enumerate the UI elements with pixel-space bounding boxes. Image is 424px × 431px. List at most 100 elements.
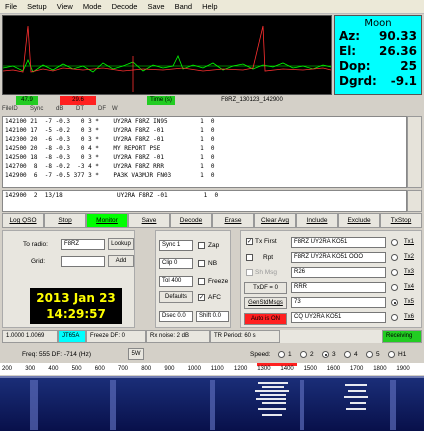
freeze-label: Freeze	[208, 278, 229, 285]
decode-row[interactable]: 142500 18 -8 -0.3 0 3 * UY2RA F8RZ -01 1…	[5, 153, 406, 162]
speed-4-radio[interactable]	[344, 351, 351, 358]
txdf-button[interactable]: TxDF = 0	[244, 282, 287, 294]
tx5-radio[interactable]	[391, 299, 398, 306]
auto-on-button[interactable]: Auto is ON	[244, 313, 287, 325]
log-qso-button[interactable]: Log QSO	[2, 213, 44, 228]
sv-spinner[interactable]: 5W	[128, 348, 144, 360]
scale-tick-label: 1200	[234, 366, 248, 372]
average-decode-row[interactable]: 142900 2 13/18 UY2RA F8RZ -01 1 0	[5, 191, 406, 200]
tx6-message[interactable]: CQ UY2RA KO51	[291, 312, 386, 323]
frequency-scale: 200 300 400 500 600 700 800 900 1000 1100 1200 1300…	[0, 363, 424, 375]
speed-5-radio[interactable]	[366, 351, 373, 358]
tx3-message[interactable]: R26	[291, 267, 386, 278]
speed-3-radio[interactable]	[322, 351, 329, 358]
decode-list[interactable]: 142100 21 -7 -0.3 0 3 * UY2RA F8RZ IN95 …	[2, 116, 407, 188]
tx4-button[interactable]: Tx4	[404, 281, 418, 293]
status-rx-noise: Rx noise: 2 dB	[146, 330, 210, 343]
tx5-message[interactable]: 73	[291, 297, 386, 308]
average-decode-list[interactable]: 142900 2 13/18 UY2RA F8RZ -01 1 0	[2, 190, 407, 212]
tx2-button[interactable]: Tx2	[404, 251, 418, 263]
txstop-button[interactable]: TxStop	[380, 213, 422, 228]
el-value: 26.36	[379, 44, 417, 58]
decode-row[interactable]: 142900 6 -7 -0.5 377 3 * PA3K VA3MJR FN0…	[5, 171, 406, 180]
clear-avg-button[interactable]: Clear Avg	[254, 213, 296, 228]
speed-2-label: 2	[310, 351, 314, 358]
tx1-radio[interactable]	[391, 239, 398, 246]
menu-decode[interactable]: Decode	[107, 2, 143, 11]
menu-help[interactable]: Help	[197, 2, 222, 11]
dsec-field[interactable]: Dsec 0.0	[159, 311, 193, 322]
file-name: F8RZ_130123_142900	[221, 97, 283, 103]
shift-field[interactable]: Shift 0.0	[196, 311, 229, 322]
tol-field[interactable]: Tol 400	[159, 276, 193, 287]
speed-1-radio[interactable]	[278, 351, 285, 358]
decode-header: FileID Sync dB DT DF W	[2, 106, 407, 116]
defaults-button[interactable]: Defaults	[159, 291, 193, 303]
status-freeze-df: Freeze DF: 0	[86, 330, 146, 343]
decode-row[interactable]: 142300 20 -6 -0.3 0 3 * UY2RA F8RZ -01 1…	[5, 135, 406, 144]
tx2-message[interactable]: F8RZ UY2RA KO51 OOO	[291, 252, 386, 263]
tx1-button[interactable]: Tx1	[404, 236, 418, 248]
afc-checkbox[interactable]: ✓	[198, 294, 205, 301]
tx3-radio[interactable]	[391, 269, 398, 276]
scale-tick-label: 1300	[257, 366, 271, 372]
decode-scrollbar[interactable]	[407, 116, 422, 188]
scale-tick-label: 500	[71, 366, 82, 372]
save-button[interactable]: Save	[128, 213, 170, 228]
erase-button[interactable]: Erase	[212, 213, 254, 228]
status-bar: 1.0000 1.0069 JT65A Freeze DF: 0 Rx nois…	[2, 330, 422, 343]
tx-first-checkbox[interactable]: ✓	[246, 238, 253, 245]
menu-mode[interactable]: Mode	[78, 2, 107, 11]
lookup-button[interactable]: Lookup	[108, 238, 134, 250]
gen-std-msgs-button[interactable]: GenStdMsgs	[244, 297, 287, 309]
menu-file[interactable]: File	[0, 2, 22, 11]
exclude-button[interactable]: Exclude	[338, 213, 380, 228]
decode-row[interactable]: 142100 17 -5 -0.2 0 3 * UY2RA F8RZ -01 1…	[5, 126, 406, 135]
clip-field[interactable]: Clip 0	[159, 258, 193, 269]
tol-value: 400	[171, 278, 182, 284]
tx4-message[interactable]: RRR	[291, 282, 386, 293]
monitor-button[interactable]: Monitor	[86, 213, 128, 228]
stop-button[interactable]: Stop	[44, 213, 86, 228]
nb-checkbox[interactable]	[198, 260, 205, 267]
decode-row[interactable]: 142100 21 -7 -0.3 0 3 * UY2RA F8RZ IN95 …	[5, 117, 406, 126]
scale-tick-label: 600	[94, 366, 105, 372]
grid-input[interactable]	[61, 256, 105, 267]
spectrum-graph	[2, 25, 332, 92]
sync-field[interactable]: Sync 1	[159, 240, 193, 251]
tx6-radio[interactable]	[391, 314, 398, 321]
menu-band[interactable]: Band	[170, 2, 198, 11]
speed-2-radio[interactable]	[300, 351, 307, 358]
decode-row[interactable]: 142500 20 -8 -0.3 0 4 * MY REPORT PSE 1 …	[5, 144, 406, 153]
scale-tick-label: 1900	[396, 366, 410, 372]
tx4-radio[interactable]	[391, 284, 398, 291]
spectrum-plot	[2, 15, 332, 95]
add-button[interactable]: Add	[108, 255, 134, 267]
average-scrollbar[interactable]	[407, 190, 422, 212]
col-w: W	[112, 106, 118, 112]
menu-view[interactable]: View	[52, 2, 78, 11]
tx2-radio[interactable]	[391, 254, 398, 261]
tx1-message[interactable]: F8RZ UY2RA KO51	[291, 237, 386, 248]
freeze-checkbox[interactable]	[198, 278, 205, 285]
include-button[interactable]: Include	[296, 213, 338, 228]
menu-save[interactable]: Save	[142, 2, 169, 11]
scale-tick-label: 1700	[350, 366, 364, 372]
scale-tick-label: 1100	[210, 366, 224, 372]
rpt-checkbox[interactable]	[246, 254, 253, 261]
sh-msg-checkbox[interactable]	[246, 269, 253, 276]
tx6-button[interactable]: Tx6	[404, 311, 418, 323]
decode-button[interactable]: Decode	[170, 213, 212, 228]
menu-bar: File Setup View Mode Decode Save Band Help	[0, 0, 424, 14]
tx3-button[interactable]: Tx3	[404, 266, 418, 278]
h1-label: H1	[398, 351, 407, 358]
zap-checkbox[interactable]	[198, 242, 205, 249]
tx5-button[interactable]: Tx5	[404, 296, 418, 308]
decode-row[interactable]: 142700 8 -8 -0.2 -3 4 * UY2RA F8RZ RRR 1…	[5, 162, 406, 171]
menu-setup[interactable]: Setup	[22, 2, 52, 11]
scale-tick-label: 1600	[326, 366, 341, 372]
h1-radio[interactable]	[388, 351, 395, 358]
waterfall-display[interactable]	[0, 376, 424, 431]
time-chip: Time (s)	[147, 96, 175, 105]
to-radio-input[interactable]: F8RZ	[61, 239, 105, 250]
